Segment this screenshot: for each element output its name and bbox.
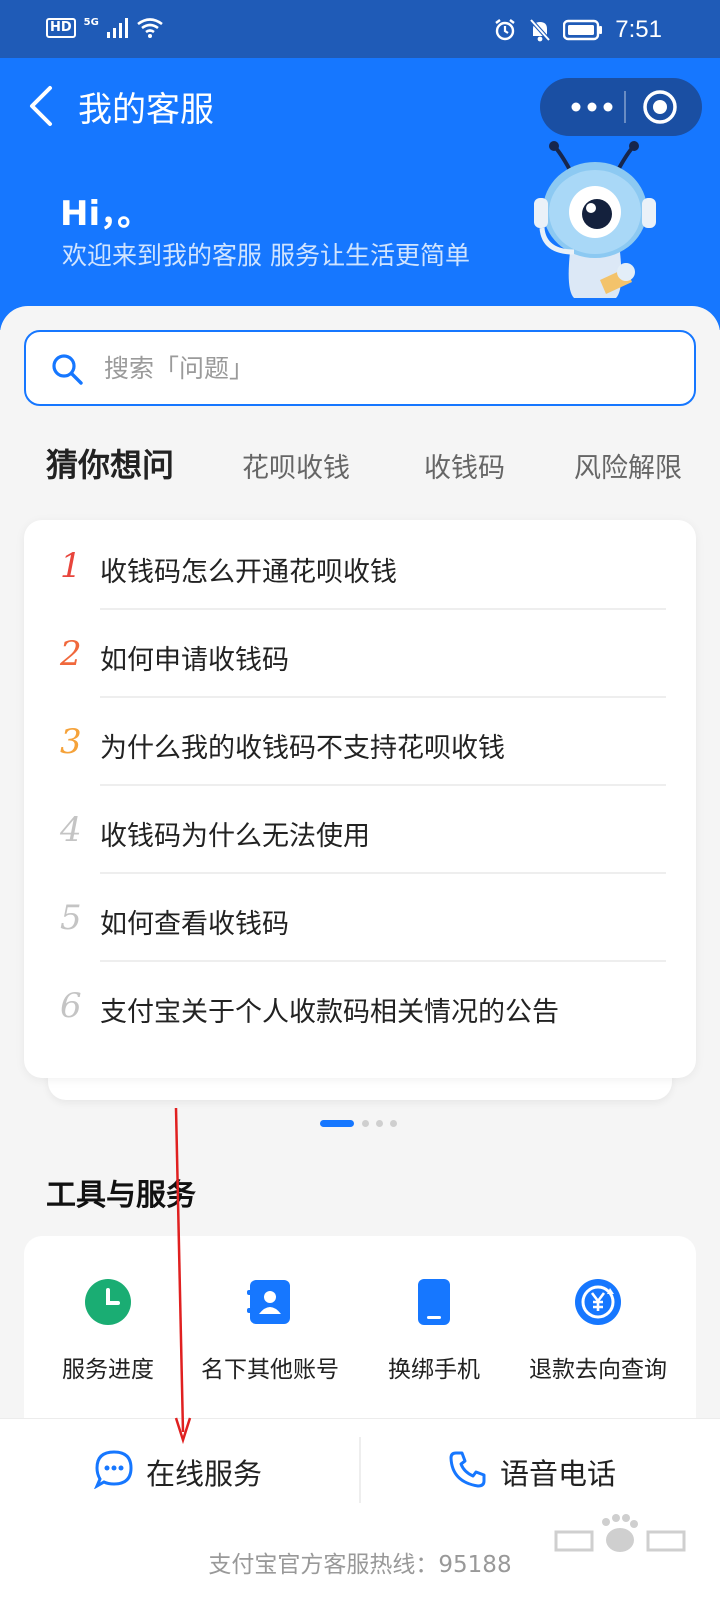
capsule-divider [624, 91, 626, 123]
question-text: 收钱码怎么开通花呗收钱 [100, 557, 397, 588]
tab-huabei-collect[interactable]: 花呗收钱 [242, 446, 350, 485]
question-item[interactable]: 6 支付宝关于个人收款码相关情况的公告 [24, 960, 696, 1050]
tool-label: 名下其他账号 [201, 1357, 339, 1383]
tool-label: 换绑手机 [388, 1357, 480, 1383]
tool-other-accounts[interactable]: 名下其他账号 [186, 1278, 354, 1398]
alarm-icon [495, 19, 516, 41]
question-text: 收钱码为什么无法使用 [100, 821, 370, 852]
question-card: 1 收钱码怎么开通花呗收钱 2 如何申请收钱码 3 为什么我的收钱码不支持花呗收… [24, 520, 696, 1078]
phone-icon [418, 1279, 450, 1325]
tools-card: 服务进度 名下其他账号 换绑手机 退款去向查询 [24, 1236, 696, 1446]
question-text: 为什么我的收钱码不支持花呗收钱 [100, 733, 505, 764]
search-input[interactable] [104, 344, 664, 392]
online-service-button[interactable]: 在线服务 [0, 1419, 360, 1519]
voice-call-button[interactable]: 语音电话 [360, 1419, 720, 1519]
mute-bell-icon [529, 18, 551, 42]
network-type: 5G [83, 16, 99, 28]
wifi-icon [137, 18, 163, 38]
tool-label: 服务进度 [62, 1357, 154, 1383]
yuan-refund-icon [575, 1279, 621, 1325]
search-icon [52, 354, 83, 385]
question-item[interactable]: 3 为什么我的收钱码不支持花呗收钱 [24, 696, 696, 786]
greeting: Hi，。 [60, 194, 152, 234]
hd-badge: HD [46, 18, 76, 38]
tool-label: 退款去向查询 [529, 1357, 667, 1383]
battery-icon [563, 19, 603, 41]
question-item[interactable]: 2 如何申请收钱码 [24, 608, 696, 698]
tab-payment-code[interactable]: 收钱码 [424, 446, 505, 485]
baidu-watermark-icon [554, 1514, 686, 1552]
question-rank: 3 [60, 722, 82, 762]
contact-book-icon [247, 1280, 290, 1324]
page-dot [362, 1120, 369, 1127]
page-title: 我的客服 [78, 90, 214, 130]
phone-call-icon [449, 1451, 486, 1488]
voice-call-label: 语音电话 [500, 1457, 617, 1491]
search-bar[interactable] [24, 330, 696, 406]
question-text: 如何申请收钱码 [100, 645, 289, 676]
pagination-dots [320, 1120, 420, 1128]
mascot-robot-icon [534, 141, 656, 298]
status-icons-left: HD 5G [46, 16, 163, 38]
question-item[interactable]: 1 收钱码怎么开通花呗收钱 [24, 520, 696, 610]
question-rank: 4 [60, 810, 82, 850]
chat-bubble-icon [94, 1450, 133, 1489]
signal-icon [106, 18, 128, 38]
question-rank: 5 [60, 898, 82, 938]
tool-refund-query[interactable]: 退款去向查询 [514, 1278, 682, 1398]
page-dot-active [320, 1120, 354, 1127]
online-service-label: 在线服务 [146, 1457, 263, 1491]
question-text: 如何查看收钱码 [100, 909, 289, 940]
miniapp-capsule [540, 78, 702, 136]
question-rank: 6 [60, 986, 82, 1026]
question-text: 支付宝关于个人收款码相关情况的公告 [100, 997, 559, 1028]
question-rank: 1 [60, 546, 82, 586]
status-time: 7:51 [615, 16, 662, 43]
tab-guess[interactable]: 猜你想问 [46, 440, 174, 486]
page-dot [390, 1120, 397, 1127]
back-icon[interactable] [24, 84, 60, 128]
tool-service-progress[interactable]: 服务进度 [24, 1278, 192, 1398]
tool-change-phone[interactable]: 换绑手机 [350, 1278, 518, 1398]
clock-icon [85, 1279, 131, 1325]
welcome-text: 欢迎来到我的客服 服务让生活更简单 [62, 241, 470, 270]
question-item[interactable]: 5 如何查看收钱码 [24, 872, 696, 962]
question-item[interactable]: 4 收钱码为什么无法使用 [24, 784, 696, 874]
question-rank: 2 [60, 634, 82, 674]
tab-risk-unlock[interactable]: 风险解限 [574, 446, 682, 485]
status-icons-right: 7:51 [493, 16, 662, 44]
tools-section-title: 工具与服务 [46, 1178, 196, 1213]
status-bar: HD 5G 7:51 [0, 0, 720, 58]
more-icon[interactable] [568, 94, 616, 120]
page-dot [376, 1120, 383, 1127]
question-tabs: 猜你想问 花呗收钱 收钱码 风险解限 [0, 440, 720, 500]
close-miniapp-icon[interactable] [642, 89, 678, 125]
bottom-bar: 在线服务 语音电话 支付宝官方客服热线：95188 [0, 1418, 720, 1600]
